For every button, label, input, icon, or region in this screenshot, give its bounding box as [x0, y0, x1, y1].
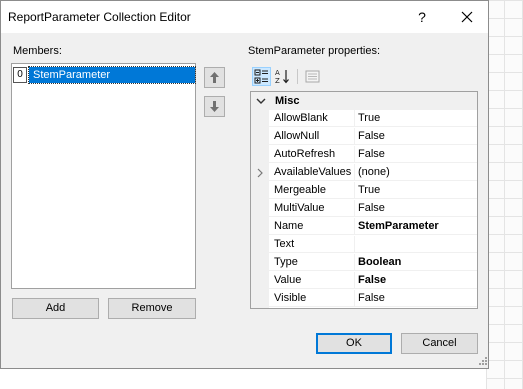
add-button[interactable]: Add — [12, 298, 99, 319]
svg-text:Z: Z — [275, 77, 280, 85]
row-margin — [251, 182, 269, 200]
property-row[interactable]: AvailableValues (none) — [251, 164, 477, 182]
cancel-button[interactable]: Cancel — [401, 333, 478, 354]
row-margin — [251, 236, 269, 254]
remove-button[interactable]: Remove — [108, 298, 196, 319]
window-title: ReportParameter Collection Editor — [8, 10, 191, 24]
move-down-button[interactable] — [204, 96, 225, 117]
property-row[interactable]: Text — [251, 236, 477, 254]
property-row[interactable]: Type Boolean — [251, 254, 477, 272]
property-value[interactable]: (none) — [355, 164, 477, 181]
chevron-right-icon[interactable] — [256, 168, 264, 178]
property-value[interactable]: StemParameter — [355, 218, 477, 235]
property-value[interactable]: True — [355, 110, 477, 127]
property-row[interactable]: MultiValue False — [251, 200, 477, 218]
property-value[interactable]: False — [355, 128, 477, 145]
close-button[interactable] — [447, 5, 487, 29]
property-name: Text — [269, 236, 355, 253]
property-value[interactable]: False — [355, 290, 477, 307]
property-value[interactable]: Boolean — [355, 254, 477, 271]
categorized-icon — [254, 69, 268, 84]
toolbar-separator — [297, 69, 298, 84]
property-row[interactable]: AllowBlank True — [251, 110, 477, 128]
help-button[interactable]: ? — [402, 5, 442, 29]
property-name: Name — [269, 218, 355, 235]
member-name[interactable]: StemParameter — [28, 66, 196, 84]
property-row[interactable]: Name StemParameter — [251, 218, 477, 236]
property-name: MultiValue — [269, 200, 355, 217]
property-value[interactable]: False — [355, 146, 477, 163]
category-label: Misc — [275, 95, 300, 107]
svg-text:A: A — [275, 69, 280, 77]
move-up-button[interactable] — [204, 67, 225, 88]
row-margin — [251, 290, 269, 308]
members-list[interactable]: 0 StemParameter — [11, 63, 196, 289]
alphabetical-button[interactable]: A Z — [273, 67, 292, 86]
title-bar: ReportParameter Collection Editor ? — [1, 1, 488, 33]
property-pages-button[interactable] — [303, 67, 322, 86]
property-value[interactable]: False — [355, 272, 477, 289]
row-margin — [251, 110, 269, 128]
property-name: AvailableValues — [269, 164, 355, 181]
property-row[interactable]: Value False — [251, 272, 477, 290]
list-item[interactable]: 0 StemParameter — [13, 66, 196, 84]
row-margin — [251, 272, 269, 290]
property-name: AllowNull — [269, 128, 355, 145]
property-name: Type — [269, 254, 355, 271]
property-row[interactable]: Visible False — [251, 290, 477, 308]
row-margin — [251, 128, 269, 146]
chevron-down-icon[interactable] — [255, 95, 267, 107]
row-margin — [251, 218, 269, 236]
categorized-button[interactable] — [252, 67, 271, 86]
properties-label: StemParameter properties: — [248, 45, 381, 57]
category-row-misc[interactable]: Misc — [251, 92, 477, 110]
property-row[interactable]: Mergeable True — [251, 182, 477, 200]
close-icon — [461, 11, 473, 23]
ok-button[interactable]: OK — [316, 333, 392, 354]
resize-grip-icon[interactable] — [478, 356, 488, 366]
property-row[interactable]: AutoRefresh False — [251, 146, 477, 164]
row-margin — [251, 146, 269, 164]
row-margin — [251, 254, 269, 272]
row-margin — [251, 200, 269, 218]
property-name: Visible — [269, 290, 355, 307]
property-row[interactable]: AllowNull False — [251, 128, 477, 146]
row-margin — [251, 164, 269, 182]
member-index: 0 — [13, 67, 27, 83]
property-name: Value — [269, 272, 355, 289]
property-grid[interactable]: Misc AllowBlank True AllowNull False Aut… — [250, 91, 478, 309]
members-label: Members: — [13, 45, 62, 57]
property-pages-icon — [305, 70, 320, 83]
arrow-down-icon — [210, 101, 219, 112]
alphabetical-sort-icon: A Z — [275, 69, 289, 85]
property-value[interactable] — [355, 236, 477, 253]
property-name: AllowBlank — [269, 110, 355, 127]
property-value[interactable]: True — [355, 182, 477, 199]
property-value[interactable]: False — [355, 200, 477, 217]
property-name: AutoRefresh — [269, 146, 355, 163]
designer-background-grid — [486, 0, 523, 389]
arrow-up-icon — [210, 72, 219, 83]
property-name: Mergeable — [269, 182, 355, 199]
collection-editor-dialog: ReportParameter Collection Editor ? Memb… — [0, 0, 489, 369]
